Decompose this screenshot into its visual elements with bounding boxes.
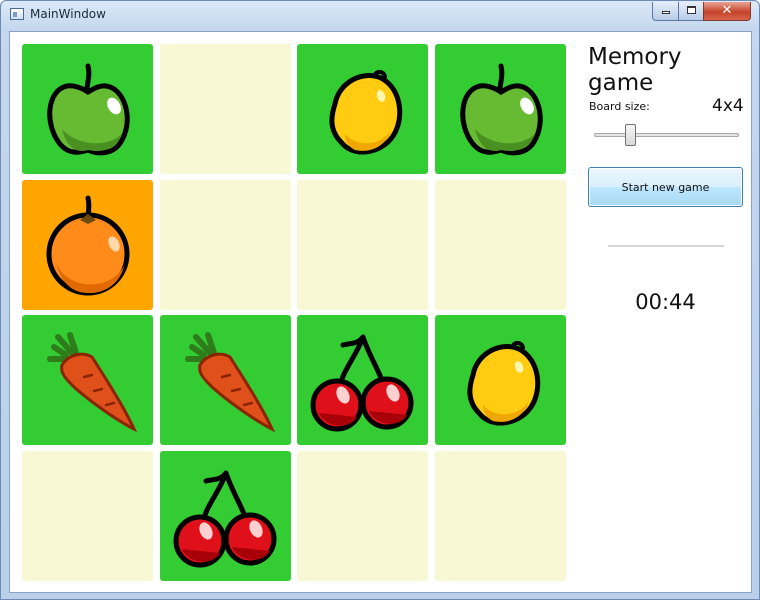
minimize-button[interactable] — [652, 2, 679, 21]
card-tile[interactable] — [435, 44, 566, 174]
close-icon: ✕ — [721, 3, 733, 18]
card-tile[interactable] — [435, 451, 566, 581]
card-tile[interactable] — [22, 180, 153, 310]
game-title: Memory game — [588, 44, 682, 96]
apple-icon — [47, 63, 130, 156]
card-tile[interactable] — [297, 451, 428, 581]
timer-display: 00:44 — [635, 290, 696, 314]
client-area: Memory game Board size: 4x4 Start new ga… — [9, 31, 752, 593]
maximize-button[interactable] — [678, 2, 704, 21]
start-new-game-button[interactable]: Start new game — [588, 167, 743, 207]
carrot-icon — [47, 332, 138, 433]
cherries-icon — [310, 334, 414, 432]
card-tile[interactable] — [160, 315, 291, 445]
panel-divider — [608, 245, 724, 247]
card-tile[interactable] — [22, 44, 153, 174]
orange-icon — [46, 195, 130, 296]
card-tile[interactable] — [22, 451, 153, 581]
card-tile[interactable] — [22, 315, 153, 445]
board-size-slider-thumb[interactable] — [625, 124, 636, 146]
card-tile[interactable] — [297, 315, 428, 445]
card-tile[interactable] — [160, 44, 291, 174]
apple-icon — [460, 63, 543, 156]
lemon-icon — [329, 69, 403, 155]
cherries-icon — [173, 470, 277, 568]
card-tile[interactable] — [435, 180, 566, 310]
title-bar[interactable]: MainWindow ✕ — [1, 1, 759, 29]
window-title: MainWindow — [30, 7, 106, 21]
board-size-label: Board size: — [589, 100, 650, 113]
board-size-slider[interactable] — [594, 133, 739, 137]
minimize-icon — [662, 11, 670, 14]
window-app-icon — [10, 8, 24, 20]
card-tile[interactable] — [297, 180, 428, 310]
maximize-icon — [687, 6, 696, 14]
card-tile[interactable] — [160, 451, 291, 581]
close-button[interactable]: ✕ — [703, 2, 751, 21]
lemon-icon — [467, 340, 541, 426]
main-window: MainWindow ✕ Memory game Board size: 4x4… — [0, 0, 760, 600]
card-tile[interactable] — [435, 315, 566, 445]
card-tile[interactable] — [297, 44, 428, 174]
board-size-value: 4x4 — [712, 96, 744, 116]
carrot-icon — [185, 332, 276, 433]
card-tile[interactable] — [160, 180, 291, 310]
